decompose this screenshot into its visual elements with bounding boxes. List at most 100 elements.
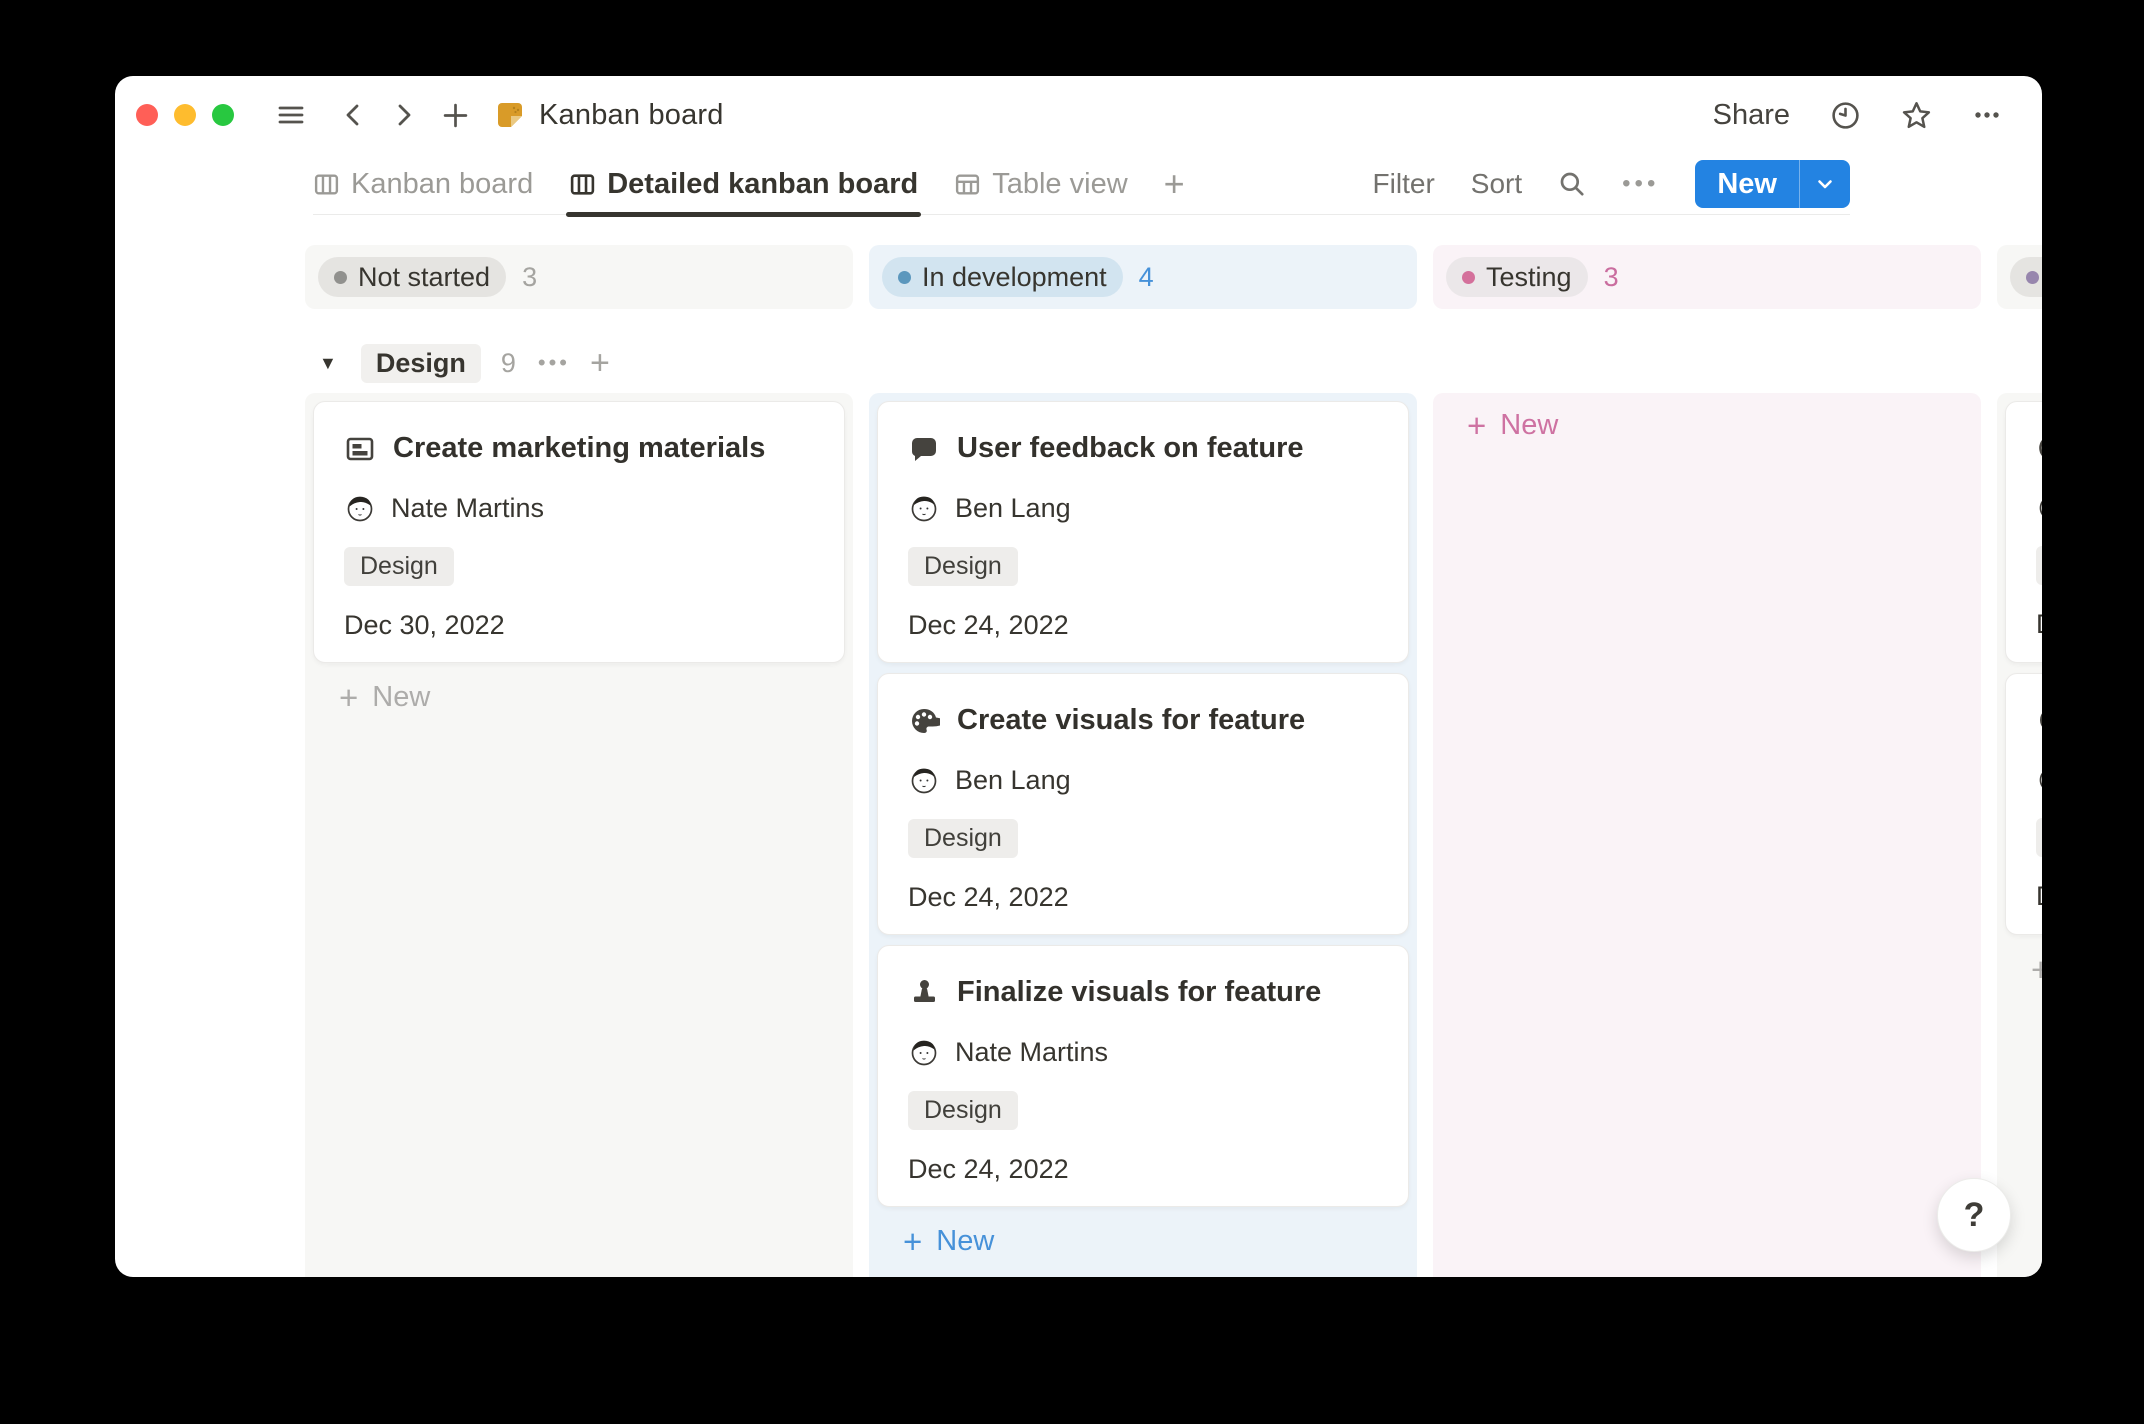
column-cards-area: User feedback on feature Ben Lang Design…: [869, 393, 1417, 1277]
table-view-icon: [954, 171, 981, 198]
board-view-icon: [313, 171, 340, 198]
column-cards-area: Design Dec Design Dec: [1997, 393, 2042, 1277]
add-card-button[interactable]: + New: [2005, 945, 2042, 994]
view-options-icon[interactable]: •••: [1622, 170, 1659, 198]
card-partial[interactable]: Design Dec: [2005, 401, 2042, 663]
status-label: Not started: [358, 262, 490, 293]
column-header[interactable]: In development 4: [869, 245, 1417, 309]
status-dot: [898, 271, 911, 284]
avatar-ben-lang: [908, 764, 940, 796]
card-title: Create visuals for feature: [957, 704, 1305, 737]
column-not-started: Not started 3 ▼ Design 9 ••• + Create ma…: [305, 245, 853, 1277]
zoom-window-button[interactable]: [212, 104, 234, 126]
filter-button[interactable]: Filter: [1373, 168, 1435, 200]
group-row-design: ▼ Design 9 ••• +: [305, 339, 853, 387]
collapse-triangle-icon[interactable]: ▼: [319, 353, 337, 374]
group-options-icon[interactable]: •••: [538, 350, 570, 376]
column-header[interactable]: [1997, 245, 2042, 309]
search-icon[interactable]: [1558, 170, 1586, 198]
add-card-label: New: [1500, 409, 1558, 442]
assignee-name: Nate Martins: [391, 493, 544, 524]
plus-icon: +: [1467, 409, 1486, 442]
app-window: Kanban board Share Kanban board: [115, 76, 2042, 1277]
column-cards-area: + New: [1433, 393, 1981, 1277]
assignee-name: Ben Lang: [955, 493, 1071, 524]
close-window-button[interactable]: [136, 104, 158, 126]
palette-icon: [2036, 704, 2042, 736]
card-title: Finalize visuals for feature: [957, 976, 1321, 1009]
card-partial[interactable]: Design Dec: [2005, 673, 2042, 935]
column-in-development: In development 4 User feedback on featur…: [869, 245, 1417, 1277]
stamp-icon: [908, 977, 940, 1009]
sidebar-menu-icon[interactable]: [276, 100, 306, 130]
status-label: Testing: [1486, 262, 1572, 293]
column-count: 4: [1139, 262, 1154, 293]
card-user-feedback-on-feature[interactable]: User feedback on feature Ben Lang Design…: [877, 401, 1409, 663]
plus-icon: +: [903, 1225, 922, 1258]
tag-badge: Design: [908, 819, 1018, 858]
view-tabs-bar: Kanban board Detailed kanban board Table…: [313, 154, 1850, 215]
tab-kanban-board[interactable]: Kanban board: [313, 154, 533, 214]
card-title: Create marketing materials: [393, 432, 765, 465]
add-card-button[interactable]: + New: [877, 1217, 1409, 1266]
assignee-name: Nate Martins: [955, 1037, 1108, 1068]
status-dot: [2026, 271, 2039, 284]
column-cards-area: Create marketing materials Nate Martins …: [305, 393, 853, 1277]
palette-icon: [908, 705, 940, 737]
titlebar: Kanban board Share: [115, 76, 2042, 154]
forward-icon[interactable]: [391, 102, 417, 128]
card-create-marketing-materials[interactable]: Create marketing materials Nate Martins …: [313, 401, 845, 663]
board-toolbar: Filter Sort ••• New: [1373, 160, 1850, 208]
add-view-button[interactable]: +: [1164, 154, 1185, 214]
avatar-ben-lang: [908, 492, 940, 524]
tag-badge: Design: [344, 547, 454, 586]
avatar-nate-martins: [908, 1036, 940, 1068]
more-options-icon[interactable]: [1972, 100, 2002, 130]
page-title: Kanban board: [539, 99, 724, 132]
column-header[interactable]: Not started 3: [305, 245, 853, 309]
share-button[interactable]: Share: [1713, 99, 1790, 132]
target-icon: [2036, 432, 2042, 464]
tag-badge: Design: [2036, 818, 2042, 857]
status-label: In development: [922, 262, 1107, 293]
updates-clock-icon[interactable]: [1830, 100, 1861, 131]
add-card-button[interactable]: + New: [313, 673, 845, 722]
frame-icon: [344, 433, 376, 465]
add-card-button[interactable]: + New: [1441, 401, 1973, 450]
card-date: Dec 24, 2022: [908, 882, 1378, 913]
column-header[interactable]: Testing 3: [1433, 245, 1981, 309]
page-emoji-icon[interactable]: [495, 100, 525, 130]
group-count: 9: [501, 348, 516, 379]
speech-bubble-icon: [908, 433, 940, 465]
avatar-bearded-man: [2036, 491, 2042, 523]
sort-button[interactable]: Sort: [1471, 168, 1522, 200]
tab-label: Table view: [992, 168, 1127, 201]
new-dropdown-button[interactable]: [1800, 160, 1850, 208]
tab-table-view[interactable]: Table view: [954, 154, 1127, 214]
plus-icon: +: [339, 681, 358, 714]
favorite-star-icon[interactable]: [1901, 100, 1932, 131]
status-pill: In development: [882, 257, 1123, 297]
column-testing: Testing 3 + New: [1433, 245, 1981, 1277]
back-icon[interactable]: [340, 102, 366, 128]
help-button[interactable]: ?: [1937, 1178, 2011, 1252]
tab-detailed-kanban-board[interactable]: Detailed kanban board: [569, 154, 918, 214]
new-button[interactable]: New: [1695, 160, 1799, 208]
card-create-visuals-for-feature[interactable]: Create visuals for feature Ben Lang Desi…: [877, 673, 1409, 935]
column-count: 3: [522, 262, 537, 293]
card-date: Dec 30, 2022: [344, 610, 814, 641]
group-add-icon[interactable]: +: [590, 346, 610, 380]
tag-badge: Design: [908, 547, 1018, 586]
card-finalize-visuals-for-feature[interactable]: Finalize visuals for feature Nate Martin…: [877, 945, 1409, 1207]
assignee-name: Ben Lang: [955, 765, 1071, 796]
board-view-icon: [569, 171, 596, 198]
card-title: User feedback on feature: [957, 432, 1304, 465]
add-card-label: New: [372, 681, 430, 714]
add-card-label: New: [936, 1225, 994, 1258]
group-label[interactable]: Design: [361, 344, 481, 383]
minimize-window-button[interactable]: [174, 104, 196, 126]
column-count: 3: [1604, 262, 1619, 293]
card-date: Dec 24, 2022: [908, 1154, 1378, 1185]
new-page-icon[interactable]: [442, 102, 469, 129]
avatar-bearded-man: [2036, 763, 2042, 795]
